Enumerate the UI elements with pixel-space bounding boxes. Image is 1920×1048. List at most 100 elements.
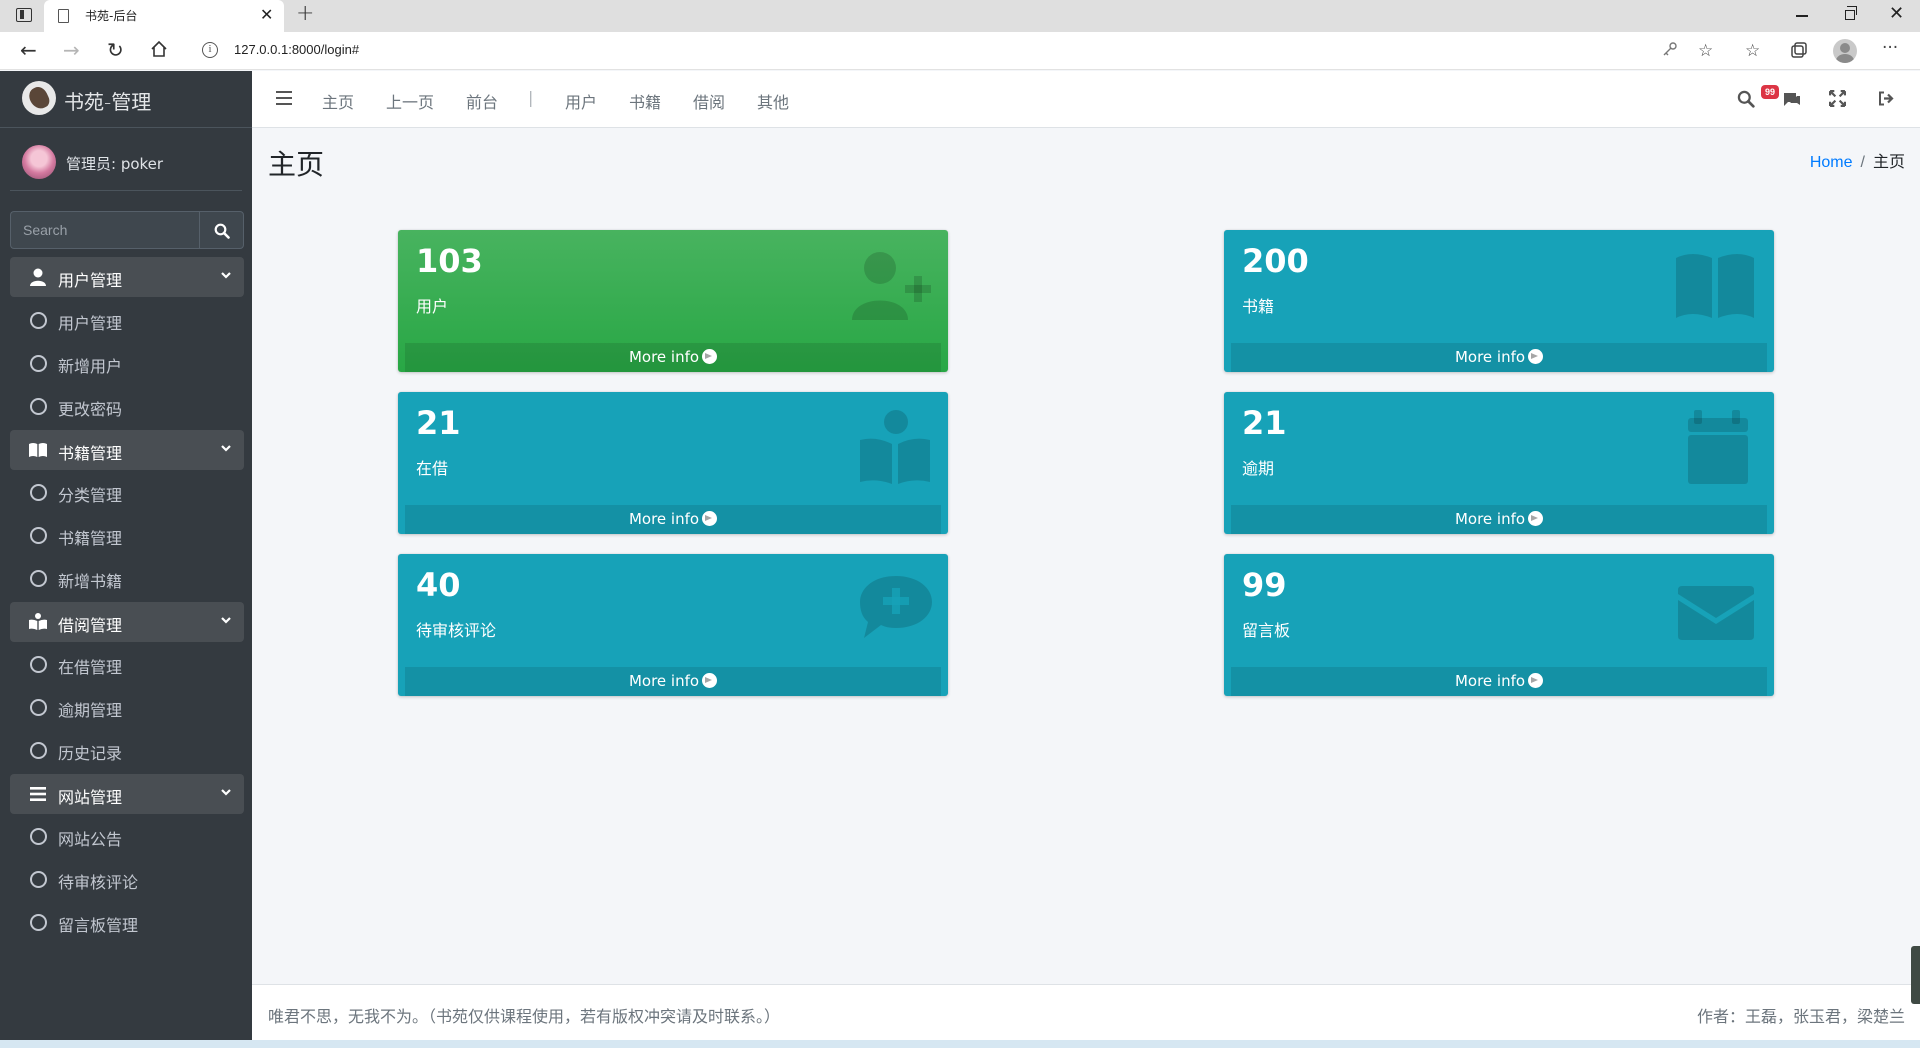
more-info-link[interactable]: More info xyxy=(405,667,941,696)
back-button[interactable]: ← xyxy=(20,39,37,61)
fullscreen-icon[interactable] xyxy=(1829,90,1846,107)
nav-link-frontend[interactable]: 前台 xyxy=(466,89,498,113)
sidebar-item-label: 历史记录 xyxy=(58,744,123,763)
nav-group-books[interactable]: 书籍管理 xyxy=(10,430,244,470)
profile-avatar[interactable] xyxy=(1833,39,1857,63)
more-info-link[interactable]: More info xyxy=(405,343,941,372)
sidebar-item-user-manage[interactable]: 用户管理 xyxy=(10,300,244,340)
bars-icon xyxy=(30,787,46,801)
search-icon[interactable] xyxy=(1737,90,1755,108)
user-name[interactable]: 管理员: poker xyxy=(66,153,163,174)
search-input[interactable] xyxy=(10,211,200,249)
top-navbar: 主页 上一页 前台 | 用户 书籍 借阅 其他 99 xyxy=(252,71,1920,128)
nav-link-other[interactable]: 其他 xyxy=(757,89,789,113)
sidebar-item-add-book[interactable]: 新增书籍 xyxy=(10,558,244,598)
circle-icon xyxy=(30,355,47,372)
sidebar-item-history[interactable]: 历史记录 xyxy=(10,730,244,770)
arrow-circle-right-icon xyxy=(1528,349,1544,364)
tab-actions-icon[interactable] xyxy=(16,8,32,22)
arrow-circle-right-icon xyxy=(1528,511,1544,526)
sidebar-item-announcement[interactable]: 网站公告 xyxy=(10,816,244,856)
minimize-button[interactable] xyxy=(1796,15,1808,17)
sidebar-item-change-password[interactable]: 更改密码 xyxy=(10,386,244,426)
add-favorite-icon[interactable]: ☆ xyxy=(1698,41,1713,61)
user-panel: 管理员: poker xyxy=(10,135,242,191)
stat-label: 待审核评论 xyxy=(416,621,497,640)
circle-icon xyxy=(30,828,47,845)
chevron-down-icon xyxy=(221,445,231,452)
favorites-icon[interactable]: ☆ xyxy=(1745,41,1760,61)
circle-icon xyxy=(30,699,47,716)
search-button[interactable] xyxy=(199,211,244,249)
sidebar-item-category[interactable]: 分类管理 xyxy=(10,472,244,512)
circle-icon xyxy=(30,871,47,888)
nav-group-users[interactable]: 用户管理 xyxy=(10,257,244,297)
refresh-button[interactable]: ↻ xyxy=(107,39,124,61)
collections-icon[interactable] xyxy=(1790,41,1808,64)
stat-number: 200 xyxy=(1242,242,1309,280)
breadcrumb-home-link[interactable]: Home xyxy=(1810,154,1853,171)
sidebar-item-pending-comments[interactable]: 待审核评论 xyxy=(10,859,244,899)
more-info-link[interactable]: More info xyxy=(405,505,941,534)
sidebar-item-add-user[interactable]: 新增用户 xyxy=(10,343,244,383)
nav-link-users[interactable]: 用户 xyxy=(565,89,597,113)
circle-icon xyxy=(30,312,47,329)
sidebar-item-overdue[interactable]: 逾期管理 xyxy=(10,687,244,727)
url-text[interactable]: 127.0.0.1:8000/login# xyxy=(234,42,359,57)
breadcrumb: Home / 主页 xyxy=(1810,148,1905,172)
nav-group-borrow[interactable]: 借阅管理 xyxy=(10,602,244,642)
nav-group-label: 网站管理 xyxy=(58,788,123,807)
comments-icon[interactable] xyxy=(1782,91,1802,109)
more-info-link[interactable]: More info xyxy=(1231,505,1767,534)
logout-icon[interactable] xyxy=(1877,90,1895,107)
sidebar-item-book-manage[interactable]: 书籍管理 xyxy=(10,515,244,555)
menu-toggle-icon[interactable] xyxy=(276,91,292,105)
brand-text: 书苑-管理 xyxy=(64,90,152,114)
brand-logo xyxy=(22,81,56,115)
address-bar[interactable]: i 127.0.0.1:8000/login# xyxy=(190,36,1692,66)
restore-button[interactable] xyxy=(1845,6,1857,20)
stat-number: 99 xyxy=(1242,566,1287,604)
nav-link-back[interactable]: 上一页 xyxy=(386,89,434,113)
browser-toolbar: ← → ↻ i 127.0.0.1:8000/login# ☆ ☆ ··· xyxy=(0,32,1920,70)
key-icon[interactable] xyxy=(1662,41,1678,62)
stat-label: 逾期 xyxy=(1242,459,1275,478)
sidebar-search xyxy=(10,211,244,249)
sidebar: 书苑-管理 管理员: poker 用户管理 用户管理 新增用户 更改密码 书籍管… xyxy=(0,71,252,1040)
site-info-icon[interactable]: i xyxy=(202,42,218,58)
book-open-icon xyxy=(1676,254,1754,318)
nav-link-books[interactable]: 书籍 xyxy=(629,89,661,113)
sidebar-item-label: 分类管理 xyxy=(58,486,123,505)
new-tab-button[interactable]: + xyxy=(296,1,314,26)
chevron-down-icon xyxy=(221,789,231,796)
sidebar-item-label: 待审核评论 xyxy=(58,873,139,892)
browser-tab[interactable]: 书苑-后台 ✕ xyxy=(44,0,284,32)
more-info-link[interactable]: More info xyxy=(1231,343,1767,372)
notification-badge: 99 xyxy=(1761,85,1779,99)
circle-icon xyxy=(30,914,47,931)
window-close-button[interactable]: ✕ xyxy=(1889,3,1904,24)
sidebar-item-message-board[interactable]: 留言板管理 xyxy=(10,902,244,942)
nav-group-site[interactable]: 网站管理 xyxy=(10,774,244,814)
forward-button[interactable]: → xyxy=(63,39,80,61)
stat-box-borrowing: 21 在借 More info xyxy=(398,392,948,534)
tab-close-icon[interactable]: ✕ xyxy=(260,5,273,24)
more-info-link[interactable]: More info xyxy=(1231,667,1767,696)
side-widget-handle[interactable] xyxy=(1911,946,1920,1004)
sidebar-item-label: 新增用户 xyxy=(58,357,123,376)
nav-group-label: 用户管理 xyxy=(58,271,123,290)
arrow-circle-right-icon xyxy=(702,511,718,526)
brand-link[interactable]: 书苑-管理 xyxy=(0,71,252,128)
home-button[interactable] xyxy=(150,40,168,62)
book-reader-icon xyxy=(860,410,930,484)
more-icon[interactable]: ··· xyxy=(1882,38,1898,58)
nav-link-home[interactable]: 主页 xyxy=(322,89,354,113)
sidebar-item-borrowing[interactable]: 在借管理 xyxy=(10,644,244,684)
page-icon xyxy=(58,9,69,23)
stat-label: 用户 xyxy=(416,297,449,316)
nav-link-borrow[interactable]: 借阅 xyxy=(693,89,725,113)
nav-group-label: 书籍管理 xyxy=(58,444,123,463)
book-open-icon xyxy=(29,443,47,457)
sidebar-item-label: 用户管理 xyxy=(58,314,123,333)
chevron-down-icon xyxy=(221,617,231,624)
